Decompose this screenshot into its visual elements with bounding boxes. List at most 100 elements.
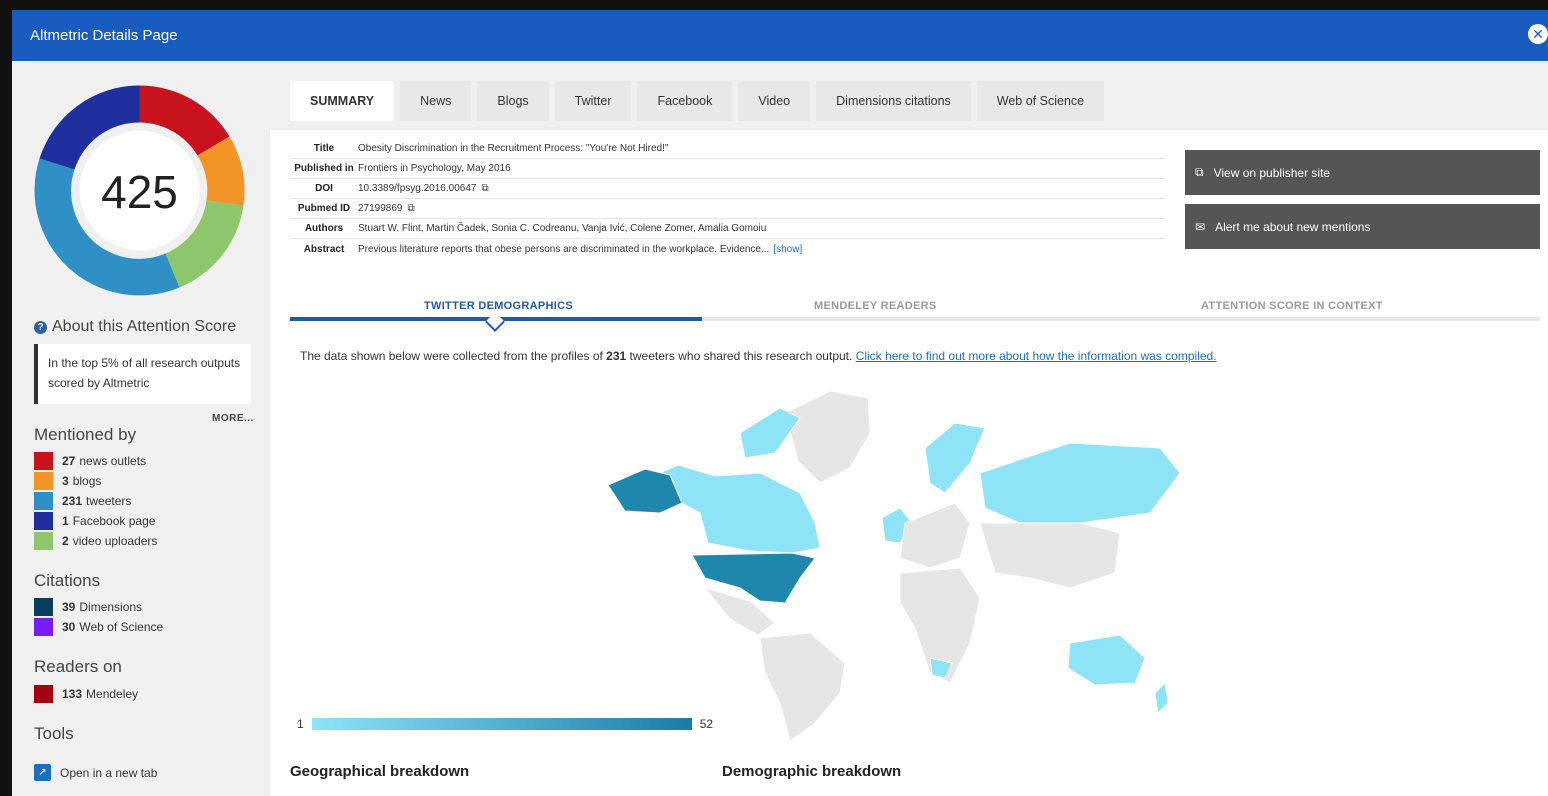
article-doi[interactable]: 10.3389/fpsyg.2016.00647	[358, 183, 476, 194]
external-link-icon[interactable]: ⧉	[408, 203, 415, 214]
about-score-link[interactable]: ? About this Attention Score	[34, 318, 236, 336]
legend-row[interactable]: 39 Dimensions	[34, 598, 163, 616]
external-link-icon[interactable]: ⧉	[481, 183, 488, 194]
intro-count: 231	[606, 349, 627, 363]
tab-blogs[interactable]: Blogs	[477, 81, 549, 121]
legend-count: 2	[62, 534, 69, 548]
scale-max: 52	[699, 717, 714, 731]
citations-heading: Citations	[34, 571, 101, 590]
legend-row[interactable]: 3 blogs	[34, 472, 157, 490]
article-pubmed[interactable]: 27199869	[358, 203, 403, 214]
intro-text: tweeters who shared this research output…	[629, 349, 853, 363]
question-icon: ?	[34, 320, 47, 334]
map-greenland	[784, 390, 871, 484]
score-callout: In the top 5% of all research outputs sc…	[34, 344, 251, 404]
readers-list: 133 Mendeley	[34, 685, 138, 703]
legend-count: 231	[62, 494, 83, 508]
subtab-twitter-demographics[interactable]: TWITTER DEMOGRAPHICS	[424, 300, 573, 312]
article-published: Frontiers in Psychology, May 2016	[358, 163, 511, 174]
close-icon[interactable]: ✕	[1528, 24, 1548, 44]
more-link[interactable]: MORE...	[212, 413, 254, 424]
legend-label: blogs	[72, 474, 102, 488]
envelope-icon: ✉	[1195, 219, 1206, 234]
tab-web-of-science[interactable]: Web of Science	[976, 81, 1105, 121]
legend-swatch	[34, 492, 53, 510]
legend-swatch	[34, 618, 53, 636]
info-row-doi: DOI 10.3389/fpsyg.2016.00647 ⧉	[290, 179, 1165, 199]
legend-row[interactable]: 30 Web of Science	[34, 618, 163, 636]
legend-label: Mendeley	[86, 687, 139, 701]
tab-dimensions-citations[interactable]: Dimensions citations	[816, 81, 971, 121]
legend-swatch	[34, 512, 53, 530]
info-key: Title	[313, 143, 335, 154]
legend-row[interactable]: 133 Mendeley	[34, 685, 138, 703]
map-south-america	[759, 632, 846, 742]
legend-label: video uploaders	[72, 534, 158, 548]
tab-facebook[interactable]: Facebook	[637, 81, 733, 121]
map-australia	[1067, 634, 1146, 686]
tab-summary[interactable]: SUMMARY	[290, 81, 395, 121]
mentioned-by-list: 27 news outlets 3 blogs 231 tweeters 1 Facebook…	[34, 452, 157, 550]
view-publisher-button[interactable]: ⧉ View on publisher site	[1185, 150, 1540, 195]
readers-heading: Readers on	[34, 657, 122, 676]
info-key: Abstract	[303, 243, 345, 255]
tab-video[interactable]: Video	[738, 81, 811, 121]
article-info: Title Obesity Discrimination in the Recru…	[290, 139, 1165, 259]
subtab-attention-context[interactable]: ATTENTION SCORE IN CONTEXT	[1201, 300, 1383, 312]
info-row-title: Title Obesity Discrimination in the Recru…	[290, 139, 1165, 159]
tab-twitter[interactable]: Twitter	[554, 81, 632, 121]
modal-titlebar: Altmetric Details Page ✕	[12, 10, 1548, 61]
external-link-icon: ↗	[34, 764, 51, 781]
info-row-pubmed: Pubmed ID 27199869 ⧉	[290, 199, 1165, 219]
attention-score-donut: 425	[34, 85, 245, 296]
info-row-authors: Authors Stuart W. Flint, Martin Čadek, So…	[290, 219, 1165, 239]
legend-swatch	[34, 532, 53, 550]
info-row-published: Published in Frontiers in Psychology, May…	[290, 159, 1165, 179]
tab-bar: SUMMARY News Blogs Twitter Facebook Video Dime…	[270, 61, 1548, 130]
view-publisher-label: View on publisher site	[1213, 165, 1331, 180]
article-title: Obesity Discrimination in the Recruitmen…	[358, 143, 669, 154]
show-abstract-link[interactable]: [show]	[773, 244, 802, 255]
tab-news[interactable]: News	[400, 81, 472, 121]
citations-list: 39 Dimensions 30 Web of Science	[34, 598, 163, 636]
demo-breakdown-heading: Demographic breakdown	[722, 763, 902, 780]
legend-count: 3	[62, 474, 69, 488]
map-scandinavia	[924, 422, 986, 494]
intro-text: The data shown below were collected from…	[300, 349, 603, 363]
legend-row[interactable]: 231 tweeters	[34, 492, 157, 510]
article-authors: Stuart W. Flint, Martin Čadek, Sonia C. …	[358, 223, 767, 234]
tools-heading: Tools	[34, 724, 74, 743]
map-europe	[899, 502, 971, 569]
info-compiled-link[interactable]: Click here to find out more about how th…	[856, 349, 1217, 363]
legend-row[interactable]: 27 news outlets	[34, 452, 157, 470]
sidebar: 425 ? About this Attention Score In the …	[12, 61, 270, 796]
external-link-icon: ⧉	[1195, 165, 1204, 179]
info-key: DOI	[315, 183, 333, 194]
geo-breakdown-heading: Geographical breakdown	[290, 763, 470, 780]
subtab-mendeley-readers[interactable]: MENDELEY READERS	[814, 300, 937, 312]
legend-label: news outlets	[79, 454, 147, 468]
legend-swatch	[34, 598, 53, 616]
info-key: Pubmed ID	[297, 203, 351, 214]
details-modal: Altmetric Details Page ✕ 425 ? About thi…	[12, 10, 1548, 796]
legend-row[interactable]: 2 video uploaders	[34, 532, 157, 550]
alert-mentions-button[interactable]: ✉ Alert me about new mentions	[1185, 204, 1540, 249]
legend-swatch	[34, 472, 53, 490]
map-asia	[979, 522, 1121, 589]
color-scale: 1 52	[297, 717, 713, 731]
open-new-tab-label: Open in a new tab	[60, 765, 158, 780]
legend-count: 1	[62, 514, 69, 528]
score-value: 425	[101, 166, 178, 218]
mentioned-by-heading: Mentioned by	[34, 425, 137, 444]
modal-title: Altmetric Details Page	[30, 27, 178, 44]
legend-row[interactable]: 1 Facebook page	[34, 512, 157, 530]
legend-swatch	[34, 685, 53, 703]
open-new-tab-link[interactable]: ↗ Open in a new tab	[34, 764, 157, 781]
demographics-intro: The data shown below were collected from…	[300, 349, 1217, 363]
world-map	[607, 390, 1181, 742]
map-canada	[647, 464, 821, 554]
info-key: Published in	[294, 163, 354, 174]
main-panel: SUMMARY News Blogs Twitter Facebook Video Dime…	[270, 61, 1548, 796]
legend-swatch	[34, 452, 53, 470]
scale-gradient	[311, 718, 692, 730]
